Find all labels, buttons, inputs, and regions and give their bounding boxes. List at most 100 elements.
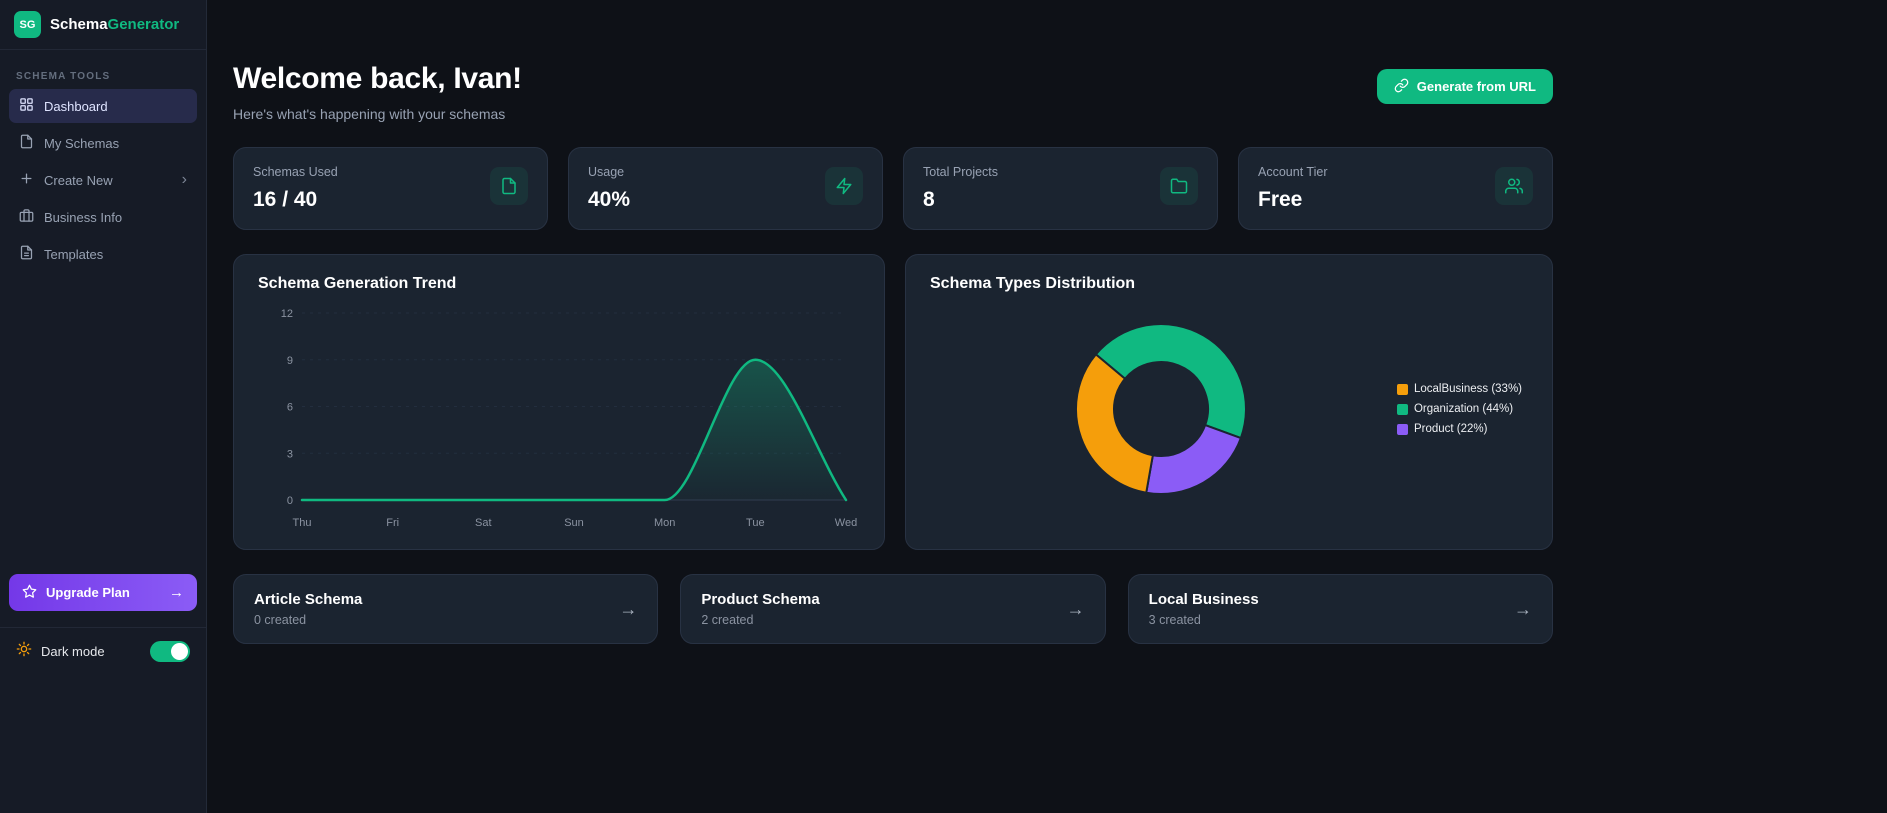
dark-mode-toggle[interactable] <box>150 641 190 662</box>
sun-icon <box>16 641 32 662</box>
stat-card-schemas-used: Schemas Used 16 / 40 <box>233 147 548 230</box>
sidebar-section-label: SCHEMA TOOLS <box>16 71 111 82</box>
users-icon <box>1495 167 1533 205</box>
donut-row: LocalBusiness (33%) Organization (44%) P… <box>930 293 1528 525</box>
plus-icon <box>19 171 34 189</box>
page-subtitle: Here's what's happening with your schema… <box>233 106 506 122</box>
legend-label: Product (22%) <box>1413 423 1488 435</box>
svg-text:9: 9 <box>287 355 293 367</box>
nav-label-business-info: Business Info <box>44 209 123 225</box>
page-header: Welcome back, Ivan! Here's what's happen… <box>233 62 1553 122</box>
app-title: SchemaGenerator <box>50 16 179 33</box>
svg-text:0: 0 <box>287 495 293 507</box>
app-title-part1: Schema <box>50 16 108 33</box>
trend-chart: 0 3 6 9 12 Thu Fri Sat Sun Mon Tue Wed <box>281 308 857 529</box>
file-icon <box>19 134 34 152</box>
nav-label-my-schemas: My Schemas <box>44 135 120 151</box>
upgrade-plan-button[interactable]: Upgrade Plan → <box>9 574 197 611</box>
svg-text:Fri: Fri <box>386 517 399 529</box>
trend-chart-title: Schema Generation Trend <box>258 275 457 292</box>
stat-card-usage: Usage 40% <box>568 147 883 230</box>
quick-card-subtitle: 2 created <box>701 613 754 627</box>
sidebar-item-dashboard[interactable]: Dashboard <box>9 89 197 123</box>
star-icon <box>22 584 37 602</box>
svg-text:Sat: Sat <box>475 517 492 529</box>
legend-swatch-localbusiness <box>1396 383 1408 395</box>
nav-label-create-new: Create New <box>44 172 113 188</box>
sidebar-nav: Dashboard My Schemas Create New › Busine… <box>0 89 206 271</box>
file-text-icon <box>19 245 34 263</box>
distribution-chart-card: Schema Types Distribution LocalBusiness … <box>905 254 1553 550</box>
arrow-right-icon: → <box>1066 598 1085 619</box>
quick-card-product-schema[interactable]: Product Schema 2 created → <box>680 574 1106 644</box>
arrow-right-icon: → <box>1514 598 1532 619</box>
svg-text:Tue: Tue <box>746 517 765 529</box>
grid-icon <box>19 97 34 115</box>
upgrade-plan-label: Upgrade Plan <box>46 585 130 600</box>
quick-card-subtitle: 3 created <box>1148 613 1201 627</box>
stat-value: Free <box>1258 188 1303 211</box>
legend-item: LocalBusiness (33%) <box>1396 383 1522 395</box>
quick-card-title: Article Schema <box>254 591 363 608</box>
quick-card-title: Product Schema <box>701 591 820 608</box>
svg-text:6: 6 <box>287 402 293 414</box>
legend-item: Product (22%) <box>1396 423 1522 435</box>
svg-text:Sun: Sun <box>564 517 584 529</box>
toggle-knob <box>171 643 188 660</box>
stat-value: 16 / 40 <box>253 188 318 211</box>
svg-text:Mon: Mon <box>654 517 675 529</box>
svg-text:3: 3 <box>287 448 293 460</box>
stat-label: Usage <box>588 165 625 179</box>
file-icon <box>490 167 528 205</box>
arrow-right-icon: → <box>169 584 184 601</box>
generate-from-url-label: Generate from URL <box>1416 79 1536 94</box>
svg-text:Thu: Thu <box>293 517 312 529</box>
page-title: Welcome back, Ivan! <box>233 62 522 95</box>
stat-card-total-projects: Total Projects 8 <box>903 147 1218 230</box>
stat-value: 40% <box>588 188 631 211</box>
donut-chart <box>1075 323 1247 495</box>
stats-row: Schemas Used 16 / 40 Usage 40% Total Pro… <box>233 147 1553 230</box>
arrow-right-icon: → <box>619 598 638 619</box>
quick-cards-row: Article Schema 0 created → Product Schem… <box>233 574 1553 644</box>
trend-chart-card: Schema Generation Trend 0 3 6 9 12 Thu Fri Sat S… <box>233 254 885 550</box>
sidebar-bottom: Upgrade Plan → Dark mode <box>0 574 206 675</box>
stat-label: Account Tier <box>1258 165 1328 179</box>
stat-value: 8 <box>923 188 935 211</box>
sidebar-item-my-schemas[interactable]: My Schemas <box>9 126 197 160</box>
app-logo: SG SchemaGenerator <box>0 0 206 50</box>
sidebar-item-business-info[interactable]: Business Info <box>9 200 197 234</box>
briefcase-icon <box>19 208 34 226</box>
link-icon <box>1394 78 1409 96</box>
legend-swatch-organization <box>1396 403 1408 415</box>
app-title-part2: Generator <box>107 16 180 33</box>
logo-badge: SG <box>14 11 41 38</box>
folder-icon <box>1160 167 1198 205</box>
sidebar: SG SchemaGenerator SCHEMA TOOLS Dashboar… <box>0 0 207 813</box>
legend-label: Organization (44%) <box>1413 403 1514 415</box>
legend-swatch-product <box>1396 423 1408 435</box>
generate-from-url-button[interactable]: Generate from URL <box>1376 69 1553 104</box>
stat-label: Total Projects <box>923 165 999 179</box>
stat-card-account-tier: Account Tier Free <box>1238 147 1553 230</box>
dark-mode-label: Dark mode <box>41 644 105 659</box>
main-content: Welcome back, Ivan! Here's what's happen… <box>207 0 1887 813</box>
legend-label: LocalBusiness (33%) <box>1413 383 1522 395</box>
distribution-chart-title: Schema Types Distribution <box>930 275 1136 292</box>
quick-card-title: Local Business <box>1148 591 1259 608</box>
nav-label-templates: Templates <box>44 246 104 262</box>
stat-label: Schemas Used <box>253 165 338 179</box>
svg-text:Wed: Wed <box>835 517 857 529</box>
quick-card-local-business[interactable]: Local Business 3 created → <box>1127 574 1553 644</box>
legend-item: Organization (44%) <box>1396 403 1522 415</box>
dark-mode-row: Dark mode <box>0 627 206 675</box>
chevron-right-icon: › <box>181 171 187 188</box>
bolt-icon <box>825 167 863 205</box>
quick-card-article-schema[interactable]: Article Schema 0 created → <box>233 574 659 644</box>
svg-text:12: 12 <box>281 308 293 320</box>
chart-legend: LocalBusiness (33%) Organization (44%) P… <box>1396 383 1522 435</box>
sidebar-item-create-new[interactable]: Create New › <box>9 163 197 197</box>
sidebar-item-templates[interactable]: Templates <box>9 237 197 271</box>
quick-card-subtitle: 0 created <box>254 613 307 627</box>
charts-row: Schema Generation Trend 0 3 6 9 12 Thu Fri Sat S… <box>233 254 1553 550</box>
